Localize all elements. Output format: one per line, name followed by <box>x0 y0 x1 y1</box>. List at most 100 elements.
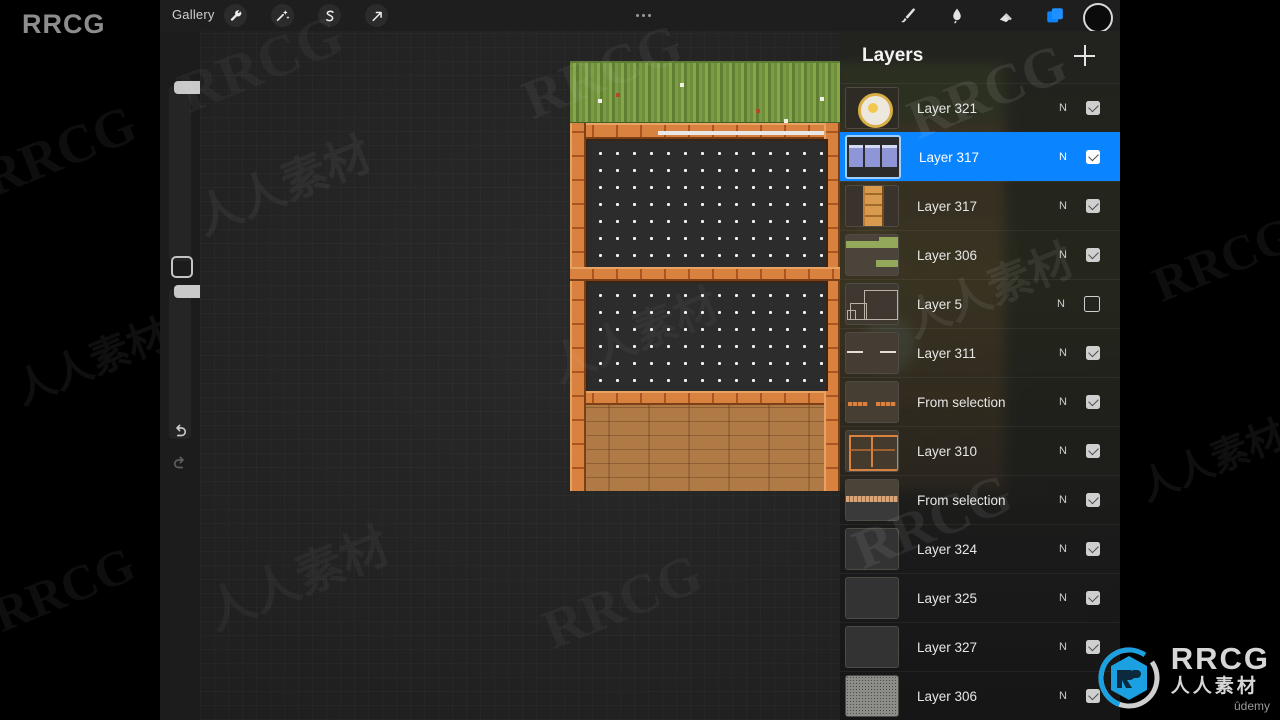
modify-button[interactable] <box>171 256 193 278</box>
layer-name[interactable]: Layer 321 <box>917 101 1050 116</box>
layer-thumbnail[interactable] <box>845 430 899 472</box>
layer-thumbnail[interactable] <box>845 675 899 717</box>
layer-blend-mode[interactable]: N <box>1050 102 1076 114</box>
layer-name[interactable]: Layer 306 <box>917 248 1050 263</box>
gallery-button[interactable]: Gallery <box>172 7 215 22</box>
adjustments-wand-icon[interactable] <box>271 4 294 27</box>
layer-name[interactable]: Layer 5 <box>917 297 1048 312</box>
brand-logo-text: RRCG 人人素材 ûdemy <box>1171 643 1270 712</box>
add-layer-button[interactable] <box>1074 45 1096 67</box>
layer-name[interactable]: From selection <box>917 395 1050 410</box>
layer-visibility-checkbox[interactable] <box>1086 395 1100 409</box>
layer-blend-mode[interactable]: N <box>1050 396 1076 408</box>
redo-icon[interactable] <box>168 453 192 473</box>
layer-blend-mode[interactable]: N <box>1050 347 1076 359</box>
layer-name[interactable]: Layer 327 <box>917 640 1050 655</box>
layer-row[interactable]: Layer 324 N <box>840 524 1120 573</box>
rrcg-logo-icon <box>1097 646 1161 710</box>
layer-thumbnail[interactable] <box>845 528 899 570</box>
check-icon <box>1087 150 1099 162</box>
layer-visibility-checkbox[interactable] <box>1086 493 1100 507</box>
brand-logo: RRCG 人人素材 ûdemy <box>1097 643 1270 712</box>
layer-row[interactable]: Layer 317 N <box>840 132 1120 181</box>
layer-visibility-checkbox[interactable] <box>1086 591 1100 605</box>
layer-thumbnail[interactable] <box>845 185 899 227</box>
layer-row[interactable]: Layer 311 N <box>840 328 1120 377</box>
brush-size-slider[interactable] <box>169 81 204 261</box>
layers-icon[interactable] <box>1042 3 1068 28</box>
layer-name[interactable]: Layer 317 <box>919 150 1050 165</box>
layer-thumbnail[interactable] <box>845 626 899 668</box>
selection-s-icon[interactable] <box>318 4 341 27</box>
brand-name-cn: 人人素材 <box>1170 675 1259 697</box>
watermark-corner: RRCG <box>22 9 106 39</box>
layer-row[interactable]: Layer 306 N <box>840 671 1120 720</box>
color-swatch-button[interactable] <box>1083 3 1113 33</box>
top-toolbar: Gallery <box>160 0 1120 33</box>
layer-visibility-checkbox[interactable] <box>1086 248 1100 262</box>
dot <box>641 14 645 17</box>
layer-name[interactable]: Layer 306 <box>917 689 1050 704</box>
check-icon <box>1087 395 1099 407</box>
brand-sub: ûdemy <box>1233 699 1270 713</box>
undo-icon[interactable] <box>168 421 192 441</box>
paint-brush-icon[interactable] <box>895 3 921 28</box>
layer-visibility-checkbox[interactable] <box>1084 296 1100 312</box>
layer-thumbnail[interactable] <box>845 234 899 276</box>
adjustments-wrench-icon[interactable] <box>224 4 247 27</box>
layer-name[interactable]: Layer 310 <box>917 444 1050 459</box>
layer-thumbnail[interactable] <box>845 332 899 374</box>
layer-blend-mode[interactable]: N <box>1048 298 1074 310</box>
layer-blend-mode[interactable]: N <box>1050 151 1076 163</box>
layer-blend-mode[interactable]: N <box>1050 200 1076 212</box>
layer-name[interactable]: Layer 311 <box>917 346 1050 361</box>
layer-blend-mode[interactable]: N <box>1050 592 1076 604</box>
layer-visibility-checkbox[interactable] <box>1086 150 1100 164</box>
watermark-tile: RRCG <box>0 93 145 209</box>
artwork-room-lower <box>586 281 828 395</box>
layer-thumbnail[interactable] <box>845 87 899 129</box>
layer-row[interactable]: From selection N <box>840 475 1120 524</box>
layer-blend-mode[interactable]: N <box>1050 249 1076 261</box>
layer-visibility-checkbox[interactable] <box>1086 542 1100 556</box>
layer-blend-mode[interactable]: N <box>1050 690 1076 702</box>
layer-list: Layer 321 N Layer 317 N Layer 317 N Layer 306 N… <box>840 83 1120 720</box>
layer-thumbnail[interactable] <box>845 479 899 521</box>
layer-row[interactable]: Layer 317 N <box>840 181 1120 230</box>
layers-panel: Layers Layer 321 N Layer 317 N Layer 317 N Lay… <box>840 31 1120 720</box>
layer-thumbnail[interactable] <box>845 577 899 619</box>
layer-name[interactable]: Layer 324 <box>917 542 1050 557</box>
layer-visibility-checkbox[interactable] <box>1086 199 1100 213</box>
layer-blend-mode[interactable]: N <box>1050 494 1076 506</box>
layer-row[interactable]: From selection N <box>840 377 1120 426</box>
layer-row[interactable]: Layer 5N <box>840 279 1120 328</box>
more-options-button[interactable] <box>630 4 656 27</box>
eraser-icon[interactable] <box>993 3 1019 28</box>
watermark-tile-cn: 人人素材 <box>8 311 175 415</box>
layer-name[interactable]: Layer 317 <box>917 199 1050 214</box>
layer-blend-mode[interactable]: N <box>1050 543 1076 555</box>
layer-row[interactable]: Layer 321 N <box>840 83 1120 132</box>
layer-thumbnail[interactable] <box>845 135 901 179</box>
app-window: Gallery Layers Layer 321 N Layer 317 N L… <box>160 0 1120 720</box>
layer-row[interactable]: Layer 325 N <box>840 573 1120 622</box>
transform-arrow-icon[interactable] <box>365 4 388 27</box>
layer-name[interactable]: From selection <box>917 493 1050 508</box>
artwork-brick-column-mid-lower <box>824 391 840 491</box>
watermark-tile: RRCG <box>0 535 143 643</box>
layer-thumbnail[interactable] <box>845 283 899 325</box>
layer-blend-mode[interactable]: N <box>1050 445 1076 457</box>
layer-blend-mode[interactable]: N <box>1050 641 1076 653</box>
layer-row[interactable]: Layer 327 N <box>840 622 1120 671</box>
check-icon <box>1087 346 1099 358</box>
layer-row[interactable]: Layer 310 N <box>840 426 1120 475</box>
layer-visibility-checkbox[interactable] <box>1086 444 1100 458</box>
layer-thumbnail[interactable] <box>845 381 899 423</box>
opacity-slider[interactable] <box>169 285 204 439</box>
smudge-icon[interactable] <box>944 3 970 28</box>
layer-row[interactable]: Layer 306 N <box>840 230 1120 279</box>
layer-name[interactable]: Layer 325 <box>917 591 1050 606</box>
layer-visibility-checkbox[interactable] <box>1086 346 1100 360</box>
dot <box>635 14 639 17</box>
layer-visibility-checkbox[interactable] <box>1086 101 1100 115</box>
